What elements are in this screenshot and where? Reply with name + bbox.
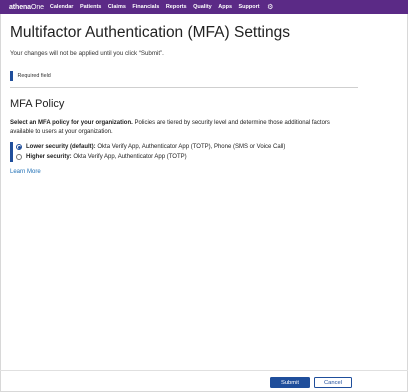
nav-item-apps[interactable]: Apps (218, 4, 232, 10)
radio-lower-security[interactable] (16, 144, 22, 150)
nav-item-support[interactable]: Support (239, 4, 260, 10)
radio-higher-security[interactable] (16, 154, 22, 160)
option-higher-security-label: Higher security: Okta Verify App, Authen… (26, 154, 187, 160)
mfa-policy-description: Select an MFA policy for your organizati… (10, 119, 340, 137)
athena-logo[interactable]: athenaOne (9, 4, 44, 11)
submit-button[interactable]: Submit (270, 377, 310, 388)
nav-item-quality[interactable]: Quality (193, 4, 212, 10)
required-indicator (10, 142, 13, 162)
option-lower-security-label: Lower security (default): Okta Verify Ap… (26, 144, 286, 150)
mfa-policy-heading: MFA Policy (10, 98, 65, 110)
top-nav: athenaOne Calendar Patients Claims Finan… (0, 0, 408, 14)
policy-description-bold: Select an MFA policy for your organizati… (10, 120, 133, 126)
section-divider (10, 87, 358, 88)
policy-option-lower-security[interactable]: Lower security (default): Okta Verify Ap… (16, 144, 285, 150)
nav-item-financials[interactable]: Financials (132, 4, 159, 10)
page-subtitle: Your changes will not be applied until y… (10, 50, 164, 57)
page-header: Multifactor Authentication (MFA) Setting… (10, 22, 400, 81)
policy-option-higher-security[interactable]: Higher security: Okta Verify App, Authen… (16, 154, 187, 160)
learn-more-link[interactable]: Learn More (10, 169, 41, 175)
page-title: Multifactor Authentication (MFA) Setting… (10, 24, 290, 41)
nav-item-patients[interactable]: Patients (80, 4, 101, 10)
required-field-legend: Required field (10, 71, 400, 81)
footer-divider (0, 370, 408, 371)
nav-item-calendar[interactable]: Calendar (50, 4, 74, 10)
nav-item-claims[interactable]: Claims (108, 4, 126, 10)
cancel-button[interactable]: Cancel (314, 377, 352, 388)
required-field-label: Required field (17, 73, 51, 79)
gear-icon[interactable]: ⚙ (267, 4, 273, 11)
nav-item-reports[interactable]: Reports (166, 4, 187, 10)
required-indicator (10, 71, 13, 81)
